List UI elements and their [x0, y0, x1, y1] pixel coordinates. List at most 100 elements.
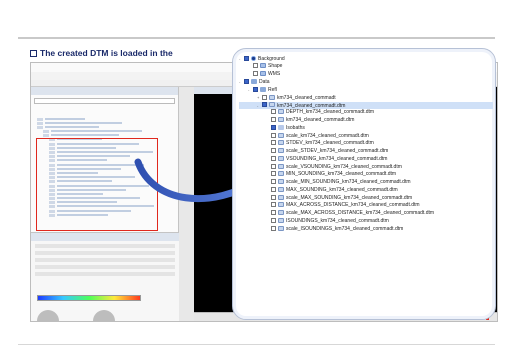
layer-tree-row[interactable]: km734_cleaned_commadt.dtm — [239, 117, 493, 125]
layer-visibility-checkbox[interactable] — [262, 102, 267, 108]
mini-tree-row[interactable] — [43, 130, 175, 134]
mini-tree-row[interactable] — [37, 125, 175, 129]
property-field[interactable] — [35, 272, 175, 276]
layer-label: Background — [258, 56, 285, 62]
shading-dial-icon[interactable] — [37, 310, 59, 321]
layer-visibility-checkbox[interactable] — [271, 179, 276, 184]
layer-tree-row[interactable]: - Refl — [239, 86, 493, 94]
layer-label: scale_MAX_SOUNDING_km734_cleaned_commadt… — [286, 194, 413, 201]
layer-tree-row[interactable]: MAX_ACROSS_DISTANCE_km734_cleaned_commad… — [239, 202, 493, 210]
layer-visibility-checkbox[interactable] — [271, 132, 276, 138]
layer-tree-row[interactable]: scale_MAX_SOUNDING_km734_cleaned_commadt… — [239, 194, 493, 203]
properties-panel — [31, 232, 179, 321]
property-field[interactable] — [35, 251, 175, 255]
dtm-icon — [278, 202, 284, 208]
layer-tree-row[interactable]: scale_MIN_SOUNDING_km734_cleaned_commadt… — [239, 179, 493, 187]
layer-visibility-checkbox[interactable] — [253, 86, 258, 92]
property-field[interactable] — [35, 265, 175, 269]
layer-tree-row[interactable]: STDEV_km734_cleaned_commadt.dtm — [239, 140, 493, 148]
slide-headline: The created DTM is loaded in the — [30, 48, 173, 58]
layer-tree-row[interactable]: - Background — [239, 55, 493, 63]
layer-label: STDEV_km734_cleaned_commadt.dtm — [286, 140, 374, 147]
dtm-icon — [278, 140, 284, 146]
mini-tree-row[interactable] — [43, 134, 175, 138]
layer-tree-callout: - Background Shape WMS - Data - Refl + km734_clea… — [232, 48, 496, 320]
layer-tree-row[interactable]: WMS — [239, 70, 493, 79]
shading-dial-icon[interactable] — [93, 310, 115, 321]
layer-tree-row[interactable]: MAX_SOUNDING_km734_cleaned_commadt.dtm — [239, 186, 493, 195]
layer-visibility-checkbox[interactable] — [271, 140, 276, 146]
mini-tree-row[interactable] — [37, 117, 175, 121]
layer-tree-row[interactable]: scale_MAX_ACROSS_DISTANCE_km734_cleaned_… — [239, 210, 493, 218]
layer-visibility-checkbox[interactable] — [271, 124, 276, 130]
layer-tree-row[interactable]: + km734_cleaned_commadt — [239, 94, 493, 102]
layer-visibility-checkbox[interactable] — [271, 210, 276, 215]
layer-visibility-checkbox[interactable] — [271, 109, 276, 115]
layer-label: ISOUNDINGS_km734_cleaned_commadt.dtm — [286, 217, 389, 224]
layer-label: VSOUNDING_km734_cleaned_commadt.dtm — [286, 155, 388, 162]
layer-tree-row[interactable]: VSOUNDING_km734_cleaned_commadt.dtm — [239, 155, 493, 164]
layer-tree-row[interactable]: DEPTH_km734_cleaned_commadt.dtm — [239, 109, 493, 117]
layer-visibility-checkbox[interactable] — [271, 163, 276, 169]
dtm-icon — [278, 117, 284, 122]
layer-label: Isobaths — [286, 124, 305, 131]
layer-label: DEPTH_km734_cleaned_commadt.dtm — [286, 109, 375, 116]
layer-visibility-checkbox[interactable] — [244, 55, 249, 61]
property-field[interactable] — [35, 244, 175, 248]
layer-visibility-checkbox[interactable] — [271, 194, 276, 200]
layer-visibility-checkbox[interactable] — [271, 186, 276, 192]
layer-label: MAX_ACROSS_DISTANCE_km734_cleaned_commad… — [286, 202, 420, 209]
mini-tree-label — [45, 117, 85, 120]
layer-tree-row[interactable]: ISOUNDINGS_km734_cleaned_commadt.dtm — [239, 217, 493, 226]
layer-tree-row[interactable]: scale_ISOUNDINGS_km734_cleaned_commadt.d… — [239, 225, 493, 234]
dtm-icon — [278, 155, 284, 161]
iso-icon — [278, 124, 284, 130]
layer-label: Shape — [268, 62, 283, 69]
layer-visibility-checkbox[interactable] — [271, 117, 276, 122]
layer-visibility-checkbox[interactable] — [244, 79, 249, 85]
mini-tree-row[interactable] — [37, 121, 175, 125]
layer-visibility-checkbox[interactable] — [271, 217, 276, 223]
mini-tree-label — [45, 121, 122, 124]
layer-visibility-checkbox[interactable] — [271, 155, 276, 161]
layer-tree-row[interactable]: scale_VSOUNDING_km734_cleaned_commadt.dt… — [239, 163, 493, 172]
layer-tree-row[interactable]: Shape — [239, 62, 493, 71]
layer-tree-row[interactable]: - Data — [239, 78, 493, 86]
explorer-search-input[interactable] — [34, 98, 175, 104]
properties-tab[interactable] — [31, 233, 179, 241]
layer-visibility-checkbox[interactable] — [271, 171, 276, 177]
data-icon — [251, 79, 257, 85]
layer-visibility-checkbox[interactable] — [271, 225, 276, 231]
dtm-icon — [269, 102, 275, 108]
layer-label: Refl — [268, 87, 277, 93]
layer-visibility-checkbox[interactable] — [271, 202, 276, 208]
dtm-icon — [278, 179, 284, 184]
layer-label: scale_ISOUNDINGS_km734_cleaned_commadt.d… — [286, 225, 404, 232]
project-explorer-tab[interactable] — [31, 87, 178, 95]
layer-label: scale_MAX_ACROSS_DISTANCE_km734_cleaned_… — [286, 210, 435, 217]
mini-tree-label — [45, 125, 99, 128]
layer-visibility-checkbox[interactable] — [253, 70, 258, 76]
dtm-icon — [278, 171, 284, 177]
dtm-icon — [278, 210, 284, 215]
property-field[interactable] — [35, 258, 175, 262]
dtm-icon — [278, 194, 284, 200]
layer-visibility-checkbox[interactable] — [253, 62, 258, 68]
dtm-icon — [278, 163, 284, 169]
layer-tree: - Background Shape WMS - Data - Refl + km734_clea… — [239, 55, 493, 233]
layer-label: scale_km734_cleaned_commadt.dtm — [286, 132, 369, 139]
layer-visibility-checkbox[interactable] — [262, 94, 267, 100]
layer-label: scale_STDEV_km734_cleaned_commadt.dtm — [286, 148, 389, 155]
layer-tree-row[interactable]: MIN_SOUNDING_km734_cleaned_commadt.dtm — [239, 171, 493, 179]
layer-visibility-checkbox[interactable] — [271, 148, 276, 153]
title-divider — [18, 37, 495, 39]
layer-tree-row[interactable]: scale_STDEV_km734_cleaned_commadt.dtm — [239, 148, 493, 156]
dtm-icon — [278, 217, 284, 223]
dtm-icon — [278, 148, 284, 153]
layer-label: MAX_SOUNDING_km734_cleaned_commadt.dtm — [286, 186, 398, 193]
viewer-tab[interactable] — [194, 87, 236, 94]
color-scale-bar — [37, 295, 141, 301]
layer-tree-row[interactable]: scale_km734_cleaned_commadt.dtm — [239, 132, 493, 141]
layer-tree-row[interactable]: - km734_cleaned_commadt.dtm — [239, 101, 493, 110]
layer-tree-row[interactable]: Isobaths — [239, 124, 493, 133]
